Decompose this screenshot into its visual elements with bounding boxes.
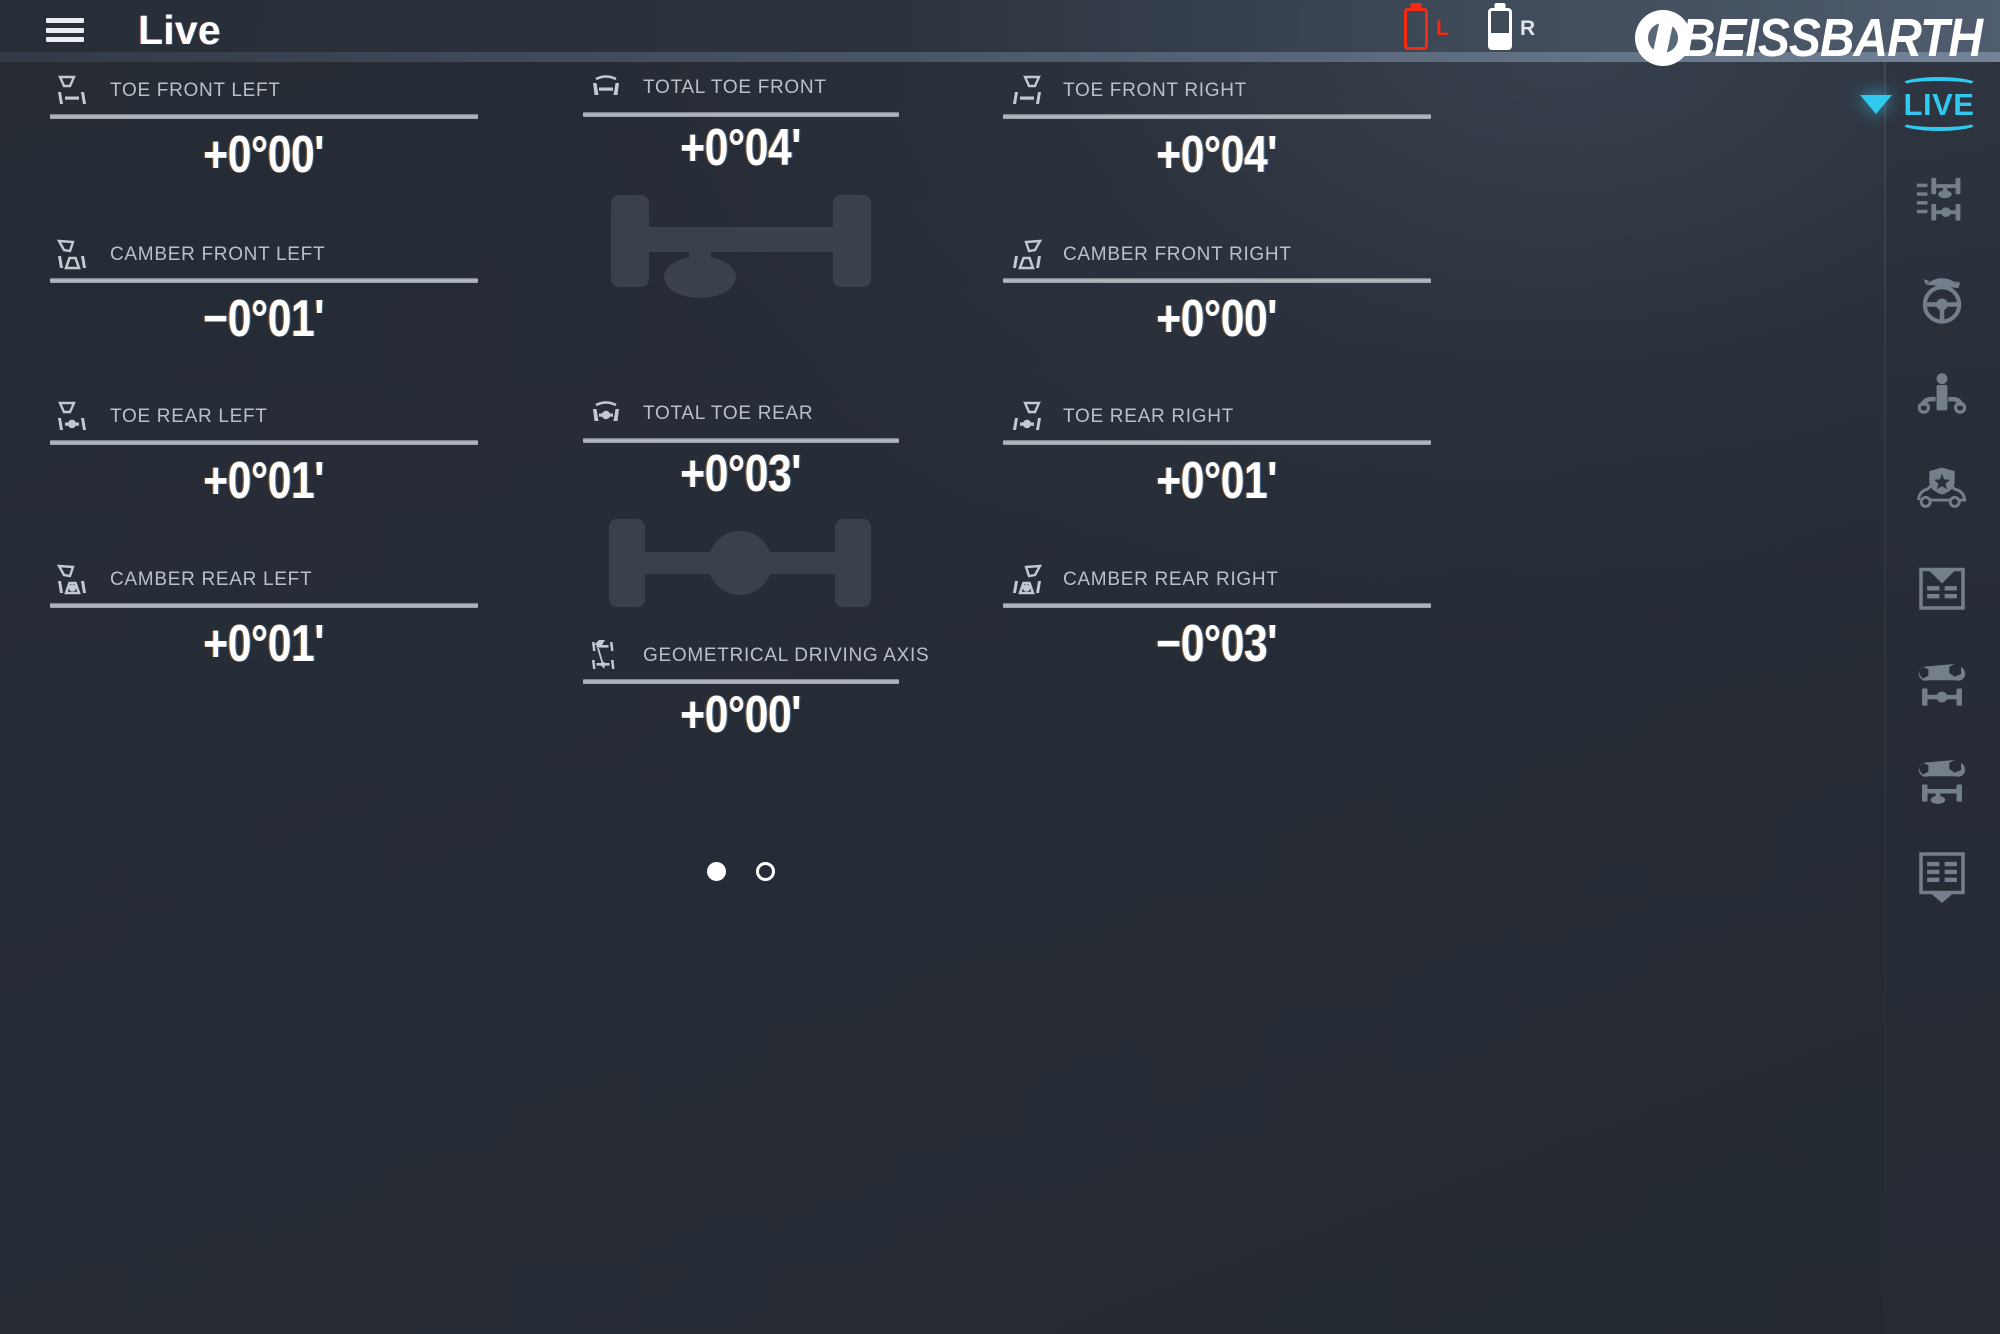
battery-left-indicator: L bbox=[1404, 8, 1449, 50]
sidebar-item-axle-measurements[interactable] bbox=[1884, 166, 2000, 240]
measurement-grid: TOE FRONT LEFT +0°00' CAMBER FRONT LEFT … bbox=[0, 62, 1880, 962]
measurement-card-toe-front-left[interactable]: TOE FRONT LEFT +0°00' bbox=[50, 68, 478, 191]
camber-front-left-icon bbox=[50, 238, 96, 272]
measurement-value: −0°03' bbox=[1156, 615, 1278, 673]
page-title: Live bbox=[138, 7, 221, 53]
report-up-icon bbox=[1919, 567, 1965, 610]
sidebar-item-adjust-front-axle[interactable] bbox=[1884, 742, 2000, 816]
measurement-card-camber-front-left[interactable]: CAMBER FRONT LEFT −0°01' bbox=[50, 232, 478, 355]
toe-rear-left-icon bbox=[50, 400, 96, 434]
steering-wheel-icon bbox=[1922, 278, 1962, 324]
measurement-label: CAMBER REAR RIGHT bbox=[1063, 569, 1279, 590]
report-down-icon bbox=[1919, 852, 1965, 903]
rear-axle-diagram bbox=[583, 511, 899, 631]
measurement-value: −0°01' bbox=[203, 290, 325, 348]
sidebar-item-vehicle-data[interactable] bbox=[1884, 454, 2000, 528]
measurement-value: +0°04' bbox=[1156, 126, 1278, 184]
measurement-card-total-toe-rear[interactable]: TOTAL TOE REAR +0°03' GEOMETRICAL DRIVIN… bbox=[583, 390, 929, 746]
pagination-dot-1[interactable] bbox=[707, 862, 726, 881]
wrench-rear-axle-icon bbox=[1918, 663, 1966, 706]
wrench-front-axle-icon bbox=[1918, 759, 1966, 804]
live-mode-button[interactable]: LIVE bbox=[1860, 77, 2000, 131]
live-label: LIVE bbox=[1903, 87, 1975, 122]
measurement-label: CAMBER REAR LEFT bbox=[110, 569, 313, 590]
sidebar-item-steering-wheel[interactable] bbox=[1884, 262, 2000, 336]
measurement-label: CAMBER FRONT RIGHT bbox=[1063, 244, 1292, 265]
measurement-card-camber-rear-left[interactable]: CAMBER REAR LEFT +0°01' bbox=[50, 557, 478, 680]
battery-left-label: L bbox=[1436, 17, 1449, 40]
geometrical-driving-axis-header: GEOMETRICAL DRIVING AXIS bbox=[583, 633, 929, 679]
measurement-card-toe-rear-right[interactable]: TOE REAR RIGHT +0°01' bbox=[1003, 394, 1431, 517]
measurement-value: +0°01' bbox=[1156, 452, 1278, 510]
measurement-label: CAMBER FRONT LEFT bbox=[110, 244, 326, 265]
measurement-value: +0°04' bbox=[680, 119, 802, 177]
battery-left-icon bbox=[1404, 8, 1428, 50]
axle-measurements-icon bbox=[1916, 177, 1961, 221]
hamburger-icon[interactable] bbox=[46, 14, 84, 46]
vehicle-shield-star-icon bbox=[1916, 467, 1967, 508]
sidebar-item-load-report[interactable] bbox=[1884, 550, 2000, 624]
beissbarth-logo-text: BEISSBARTH bbox=[1680, 8, 1983, 68]
measurement-value: +0°01' bbox=[203, 615, 325, 673]
sidebar-item-vehicle-load[interactable] bbox=[1884, 358, 2000, 432]
top-bar: Live L R BEISSBARTH bbox=[0, 0, 2000, 68]
toe-front-left-icon bbox=[50, 74, 96, 108]
camber-rear-right-icon bbox=[1003, 563, 1049, 597]
pagination-dot-2[interactable] bbox=[756, 862, 775, 881]
camber-front-right-icon bbox=[1003, 238, 1049, 272]
toe-rear-right-icon bbox=[1003, 400, 1049, 434]
measurement-label: GEOMETRICAL DRIVING AXIS bbox=[643, 645, 930, 666]
measurement-label: TOTAL TOE REAR bbox=[643, 403, 814, 424]
measurement-value: +0°00' bbox=[203, 126, 325, 184]
battery-right-label: R bbox=[1520, 17, 1536, 40]
right-sidebar: LIVE bbox=[1860, 62, 2000, 1334]
total-toe-front-icon bbox=[583, 71, 629, 105]
sidebar-item-adjust-rear-axle[interactable] bbox=[1884, 646, 2000, 720]
measurement-card-toe-front-right[interactable]: TOE FRONT RIGHT +0°04' bbox=[1003, 68, 1431, 191]
camber-rear-left-icon bbox=[50, 563, 96, 597]
battery-right-icon bbox=[1488, 8, 1512, 50]
measurement-label: TOE REAR LEFT bbox=[110, 406, 268, 427]
measurement-label: TOE FRONT RIGHT bbox=[1063, 80, 1247, 101]
live-badge[interactable]: LIVE bbox=[1898, 77, 1980, 131]
toe-front-right-icon bbox=[1003, 74, 1049, 108]
measurement-value: +0°01' bbox=[203, 452, 325, 510]
live-alignment-screen: Live L R BEISSBARTH TOE FRONT LEFT +0°00… bbox=[0, 0, 2000, 1334]
measurement-label: TOE REAR RIGHT bbox=[1063, 406, 1234, 427]
total-toe-rear-icon bbox=[583, 397, 629, 431]
vehicle-occupant-icon bbox=[1917, 373, 1967, 414]
battery-right-indicator: R bbox=[1488, 8, 1535, 50]
pagination-dots bbox=[583, 862, 899, 881]
measurement-card-camber-front-right[interactable]: CAMBER FRONT RIGHT +0°00' bbox=[1003, 232, 1431, 355]
measurement-value: +0°00' bbox=[1156, 290, 1278, 348]
geometrical-driving-axis-icon bbox=[583, 639, 629, 673]
measurement-label: TOE FRONT LEFT bbox=[110, 80, 281, 101]
beissbarth-logo: BEISSBARTH bbox=[1634, 8, 1983, 68]
measurement-card-total-toe-front[interactable]: TOTAL TOE FRONT +0°04' bbox=[583, 64, 899, 305]
measurement-card-toe-rear-left[interactable]: TOE REAR LEFT +0°01' bbox=[50, 394, 478, 517]
measurement-card-camber-rear-right[interactable]: CAMBER REAR RIGHT −0°03' bbox=[1003, 557, 1431, 680]
chevron-down-icon[interactable] bbox=[1860, 94, 1892, 114]
front-axle-diagram bbox=[583, 185, 899, 305]
measurement-label: TOTAL TOE FRONT bbox=[643, 77, 827, 98]
measurement-value: +0°00' bbox=[680, 686, 802, 744]
measurement-value: +0°03' bbox=[680, 445, 802, 503]
sidebar-item-save-report[interactable] bbox=[1884, 838, 2000, 912]
